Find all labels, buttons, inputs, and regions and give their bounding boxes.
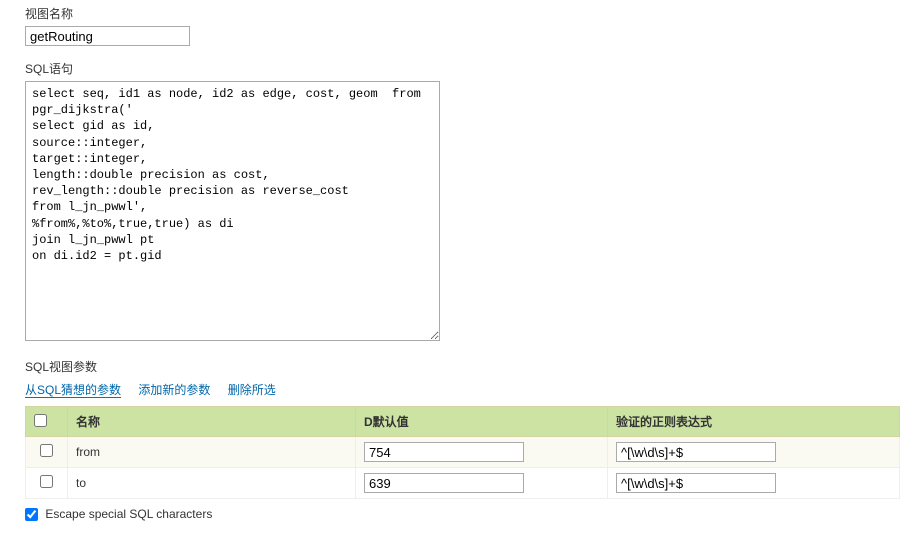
sql-textarea[interactable] (25, 81, 440, 341)
param-name: from (76, 445, 100, 459)
select-all-checkbox[interactable] (34, 414, 47, 427)
param-default-input[interactable] (364, 473, 524, 493)
escape-label-wrapper[interactable]: Escape special SQL characters (25, 507, 212, 521)
param-default-input[interactable] (364, 442, 524, 462)
param-name: to (76, 476, 86, 490)
param-regex-input[interactable] (616, 442, 776, 462)
table-row: to (26, 468, 900, 499)
header-name: 名称 (68, 407, 356, 437)
escape-row: Escape special SQL characters (25, 507, 902, 521)
params-section: SQL视图参数 从SQL猜想的参数 添加新的参数 删除所选 名称 D默认值 验证… (25, 358, 902, 521)
view-name-input[interactable] (25, 26, 190, 46)
header-default: D默认值 (356, 407, 608, 437)
sql-label: SQL语句 (25, 60, 902, 77)
params-table: 名称 D默认值 验证的正则表达式 from to (25, 406, 900, 499)
header-regex: 验证的正则表达式 (608, 407, 900, 437)
header-check (26, 407, 68, 437)
view-name-label: 视图名称 (25, 5, 902, 22)
param-regex-input[interactable] (616, 473, 776, 493)
row-checkbox[interactable] (40, 475, 53, 488)
escape-checkbox[interactable] (25, 508, 38, 521)
params-label: SQL视图参数 (25, 358, 902, 375)
add-param-link[interactable]: 添加新的参数 (138, 383, 210, 397)
table-row: from (26, 437, 900, 468)
guess-params-link[interactable]: 从SQL猜想的参数 (25, 383, 121, 398)
view-name-group: 视图名称 (25, 5, 902, 46)
params-link-row: 从SQL猜想的参数 添加新的参数 删除所选 (25, 381, 902, 398)
row-checkbox[interactable] (40, 444, 53, 457)
remove-param-link[interactable]: 删除所选 (228, 383, 276, 397)
sql-group: SQL语句 (25, 60, 902, 344)
escape-label: Escape special SQL characters (45, 507, 212, 521)
